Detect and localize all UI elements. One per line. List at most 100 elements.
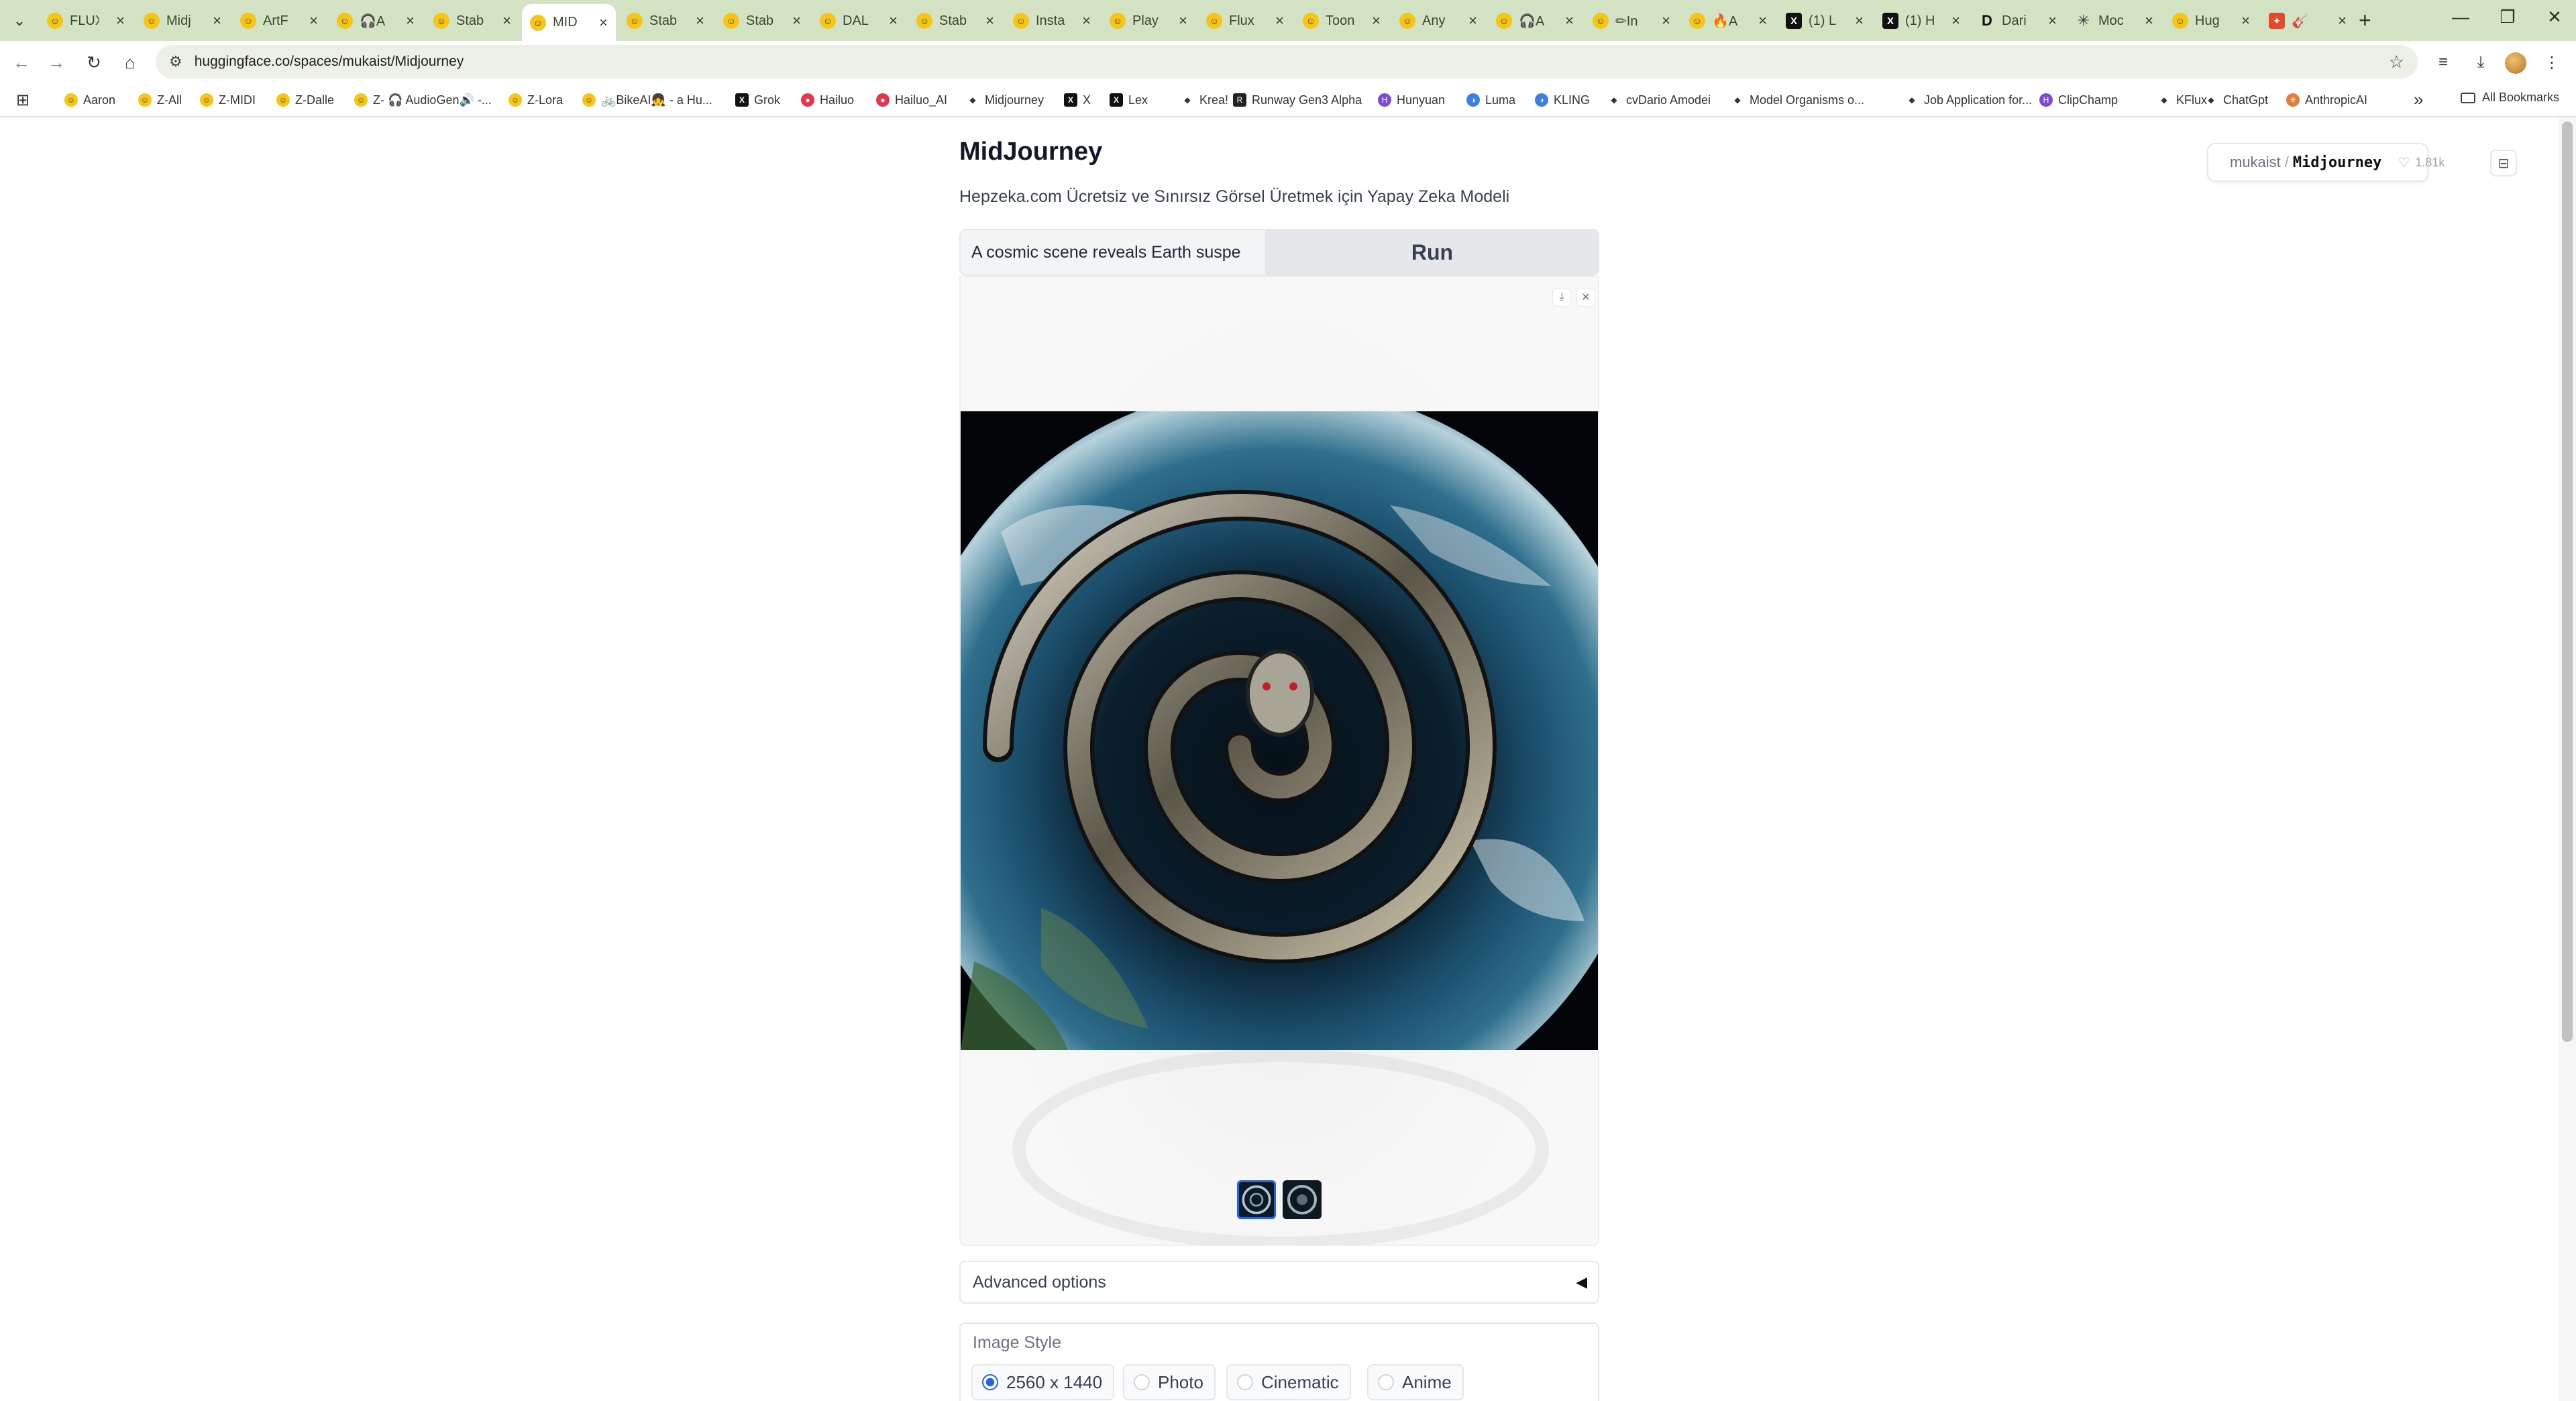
media-control-icon[interactable]: ≡: [2431, 50, 2455, 74]
tab-6[interactable]: ☺ MID ×: [522, 4, 616, 41]
style-radio-2[interactable]: Photo: [1123, 1364, 1216, 1400]
all-bookmarks-button[interactable]: All Bookmarks: [2461, 91, 2559, 105]
tab-7[interactable]: ☺ Stab ×: [619, 5, 712, 36]
run-button[interactable]: Run: [1267, 230, 1598, 274]
bookmark-item[interactable]: ◆ ChatGpt: [2204, 91, 2268, 109]
bookmark-item[interactable]: ✳ AnthropicAI: [2286, 91, 2367, 109]
style-radio-1[interactable]: 2560 x 1440: [971, 1364, 1115, 1400]
tab-17[interactable]: ☺ ✏In ×: [1585, 5, 1678, 36]
bookmark-item[interactable]: ● Hailuo_AI: [876, 91, 947, 109]
tab-close-icon[interactable]: ×: [1855, 12, 1864, 30]
tab-close-icon[interactable]: ×: [116, 12, 125, 30]
tab-3[interactable]: ☺ ArtF ×: [232, 5, 326, 36]
bookmark-item[interactable]: ◆ cvDario Amodei: [1607, 91, 1711, 109]
tab-close-icon[interactable]: ×: [1951, 12, 1960, 30]
tab-19[interactable]: X (1) L ×: [1778, 5, 1872, 36]
tab-15[interactable]: ☺ Any ×: [1391, 5, 1485, 36]
tab-14[interactable]: ☺ Toon ×: [1295, 5, 1389, 36]
tab-16[interactable]: ☺ 🎧A ×: [1488, 5, 1582, 36]
tab-18[interactable]: ☺ 🔥A ×: [1681, 5, 1775, 36]
bookmark-item[interactable]: X Lex: [1110, 91, 1148, 109]
space-repo-name[interactable]: Midjourney: [2293, 154, 2381, 171]
bookmark-item[interactable]: ◆ Krea!: [1181, 91, 1228, 109]
space-header-badge[interactable]: mukaist / Midjourney ♡ 1.81k: [2207, 143, 2445, 182]
url-text[interactable]: huggingface.co/spaces/mukaist/Midjourney: [195, 54, 464, 70]
tab-10[interactable]: ☺ Stab ×: [908, 5, 1002, 36]
tab-close-icon[interactable]: ×: [792, 12, 801, 30]
style-radio-3[interactable]: Cinematic: [1226, 1364, 1351, 1400]
tab-close-icon[interactable]: ×: [1468, 12, 1477, 30]
prompt-input[interactable]: [961, 230, 1265, 274]
tab-20[interactable]: X (1) H ×: [1874, 5, 1968, 36]
new-tab-button[interactable]: +: [2359, 8, 2371, 33]
style-radio-4[interactable]: Anime: [1367, 1364, 1464, 1400]
tab-4[interactable]: ☺ 🎧A ×: [329, 5, 423, 36]
bookmark-item[interactable]: XX: [1064, 91, 1091, 109]
bookmark-item[interactable]: ◑ KLING: [1535, 91, 1590, 109]
tab-11[interactable]: ☺ Insta ×: [1005, 5, 1099, 36]
generated-image[interactable]: [961, 411, 1599, 1050]
tab-close-icon[interactable]: ×: [406, 12, 415, 30]
tab-close-icon[interactable]: ×: [1662, 12, 1670, 30]
like-button[interactable]: ♡ 1.81k: [2398, 154, 2445, 171]
bookmark-item[interactable]: ● Hailuo: [801, 91, 854, 109]
tab-close-icon[interactable]: ×: [2241, 12, 2250, 30]
more-bookmarks-chevron-icon[interactable]: »: [2414, 89, 2423, 110]
minimize-icon[interactable]: —: [2447, 7, 2474, 28]
restore-icon[interactable]: ❐: [2494, 7, 2521, 28]
tab-1[interactable]: ☺ FLUX ×: [39, 5, 133, 36]
site-settings-icon[interactable]: ⚙: [169, 53, 182, 70]
tab-5[interactable]: ☺ Stab ×: [425, 5, 519, 36]
tab-close-icon[interactable]: ×: [985, 12, 994, 30]
advanced-options-accordion[interactable]: Advanced options ◀: [959, 1261, 1599, 1304]
tab-close-icon[interactable]: ×: [1179, 12, 1187, 30]
reload-icon[interactable]: ↻: [80, 49, 107, 76]
tab-12[interactable]: ☺ Play ×: [1102, 5, 1195, 36]
browser-menu-icon[interactable]: ⋮: [2540, 50, 2564, 74]
bookmark-item[interactable]: X Grok: [735, 91, 780, 109]
tab-9[interactable]: ☺ DAL ×: [812, 5, 906, 36]
tab-8[interactable]: ☺ Stab ×: [715, 5, 809, 36]
profile-avatar[interactable]: [2505, 52, 2526, 74]
bookmark-item[interactable]: H Hunyuan: [1378, 91, 1445, 109]
bookmark-item[interactable]: ☺ Z-All: [138, 91, 182, 109]
tab-23[interactable]: ☺ Hug ×: [2164, 5, 2258, 36]
tab-close-icon[interactable]: ×: [1758, 12, 1767, 30]
tab-close-icon[interactable]: ×: [889, 12, 898, 30]
address-bar[interactable]: ⚙ huggingface.co/spaces/mukaist/Midjourn…: [156, 45, 2418, 79]
tab-close-icon[interactable]: ×: [213, 12, 221, 30]
bookmark-item[interactable]: ☺ Z-MIDI: [200, 91, 256, 109]
tab-22[interactable]: ✳ Moc ×: [2068, 5, 2161, 36]
radio-circle-icon[interactable]: [1134, 1374, 1150, 1390]
thumbnail-2[interactable]: [1283, 1180, 1322, 1219]
radio-circle-icon[interactable]: [1378, 1374, 1394, 1390]
bookmark-item[interactable]: ◆ Job Application for...: [1905, 91, 2032, 109]
tab-close-icon[interactable]: ×: [1372, 12, 1381, 30]
bookmark-item[interactable]: ◆ KFlux: [2157, 91, 2207, 109]
tab-search-icon[interactable]: ⌄: [8, 9, 31, 32]
bookmark-item[interactable]: ◑ Luma: [1466, 91, 1515, 109]
space-embed-icon[interactable]: ⊟: [2490, 150, 2517, 176]
radio-circle-icon[interactable]: [982, 1374, 998, 1390]
scrollbar-track[interactable]: [2559, 117, 2576, 1401]
bookmark-item[interactable]: ◆ Midjourney: [966, 91, 1044, 109]
forward-arrow-icon[interactable]: →: [43, 49, 70, 76]
bookmark-item[interactable]: ☺ Z-Dalle: [276, 91, 334, 109]
tab-close-icon[interactable]: ×: [599, 14, 608, 32]
tab-13[interactable]: ☺ Flux ×: [1198, 5, 1292, 36]
back-arrow-icon[interactable]: ←: [8, 49, 35, 76]
bookmark-item[interactable]: ☺ Aaron: [64, 91, 115, 109]
tab-close-icon[interactable]: ×: [1565, 12, 1574, 30]
tab-close-icon[interactable]: ×: [2145, 12, 2153, 30]
tab-close-icon[interactable]: ×: [502, 12, 511, 30]
bookmark-item[interactable]: R Runway Gen3 Alpha: [1233, 91, 1362, 109]
tab-close-icon[interactable]: ×: [696, 12, 704, 30]
tab-close-icon[interactable]: ×: [309, 12, 318, 30]
bookmark-item[interactable]: H ClipChamp: [2039, 91, 2118, 109]
close-window-icon[interactable]: ✕: [2541, 7, 2568, 28]
apps-grid-icon[interactable]: ⊞: [16, 91, 30, 110]
bookmark-star-icon[interactable]: ☆: [2389, 52, 2404, 72]
download-icon[interactable]: ⤓: [2469, 50, 2493, 74]
tab-close-icon[interactable]: ×: [1082, 12, 1091, 30]
bookmark-item[interactable]: ☺ 🚲BikeAI👧 - a Hu...: [582, 91, 712, 109]
